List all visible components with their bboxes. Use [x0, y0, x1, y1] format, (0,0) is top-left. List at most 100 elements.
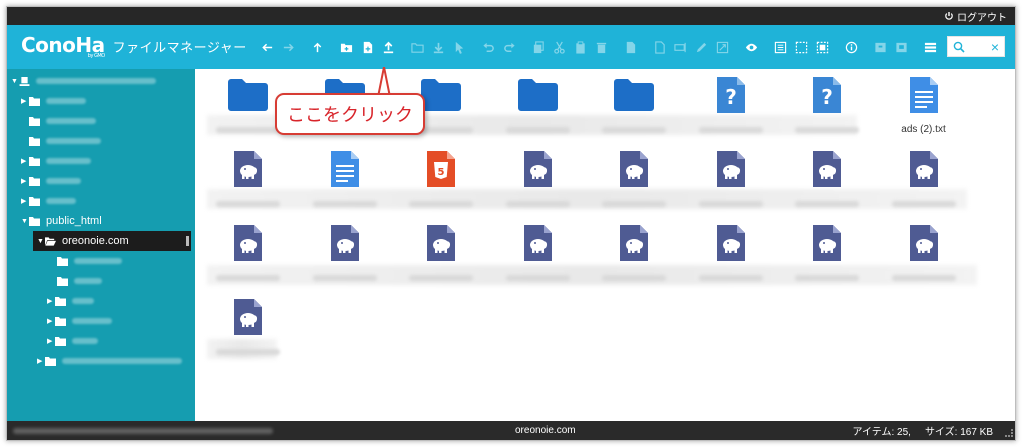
file-item[interactable]	[589, 225, 679, 281]
copy-file-icon[interactable]	[650, 36, 669, 58]
file-item[interactable]	[300, 151, 390, 207]
tree-item[interactable]: ▶	[47, 291, 94, 311]
folder-item[interactable]	[493, 77, 583, 133]
view-list-icon[interactable]	[921, 36, 940, 58]
app-header: ConoHa by GMO ファイルマネージャー ×	[7, 25, 1015, 69]
up-icon[interactable]	[308, 36, 327, 58]
file-item[interactable]	[203, 151, 293, 207]
tree-item[interactable]: ▶	[21, 91, 86, 111]
tree-item-oreonoie[interactable]: ▼ oreonoie.com	[33, 231, 191, 251]
tree-item[interactable]	[29, 131, 101, 151]
redo-icon[interactable]	[500, 36, 519, 58]
folder-item[interactable]	[589, 77, 679, 133]
file-item[interactable]	[686, 225, 776, 281]
file-item[interactable]	[879, 151, 969, 207]
tree-item[interactable]: ▶	[47, 331, 98, 351]
file-item[interactable]	[879, 225, 969, 281]
file-item[interactable]	[300, 225, 390, 281]
file-item[interactable]: ads (2).txt	[879, 77, 969, 136]
file-item[interactable]	[782, 225, 872, 281]
file-item[interactable]: ?	[686, 77, 776, 133]
caret-right-icon[interactable]: ▶	[47, 337, 55, 345]
file-name	[505, 201, 570, 207]
file-item[interactable]	[203, 225, 293, 281]
folder-file-icon	[614, 77, 654, 113]
file-item[interactable]	[493, 151, 583, 207]
copy-icon[interactable]	[529, 36, 548, 58]
download-icon[interactable]	[429, 36, 448, 58]
tree-item[interactable]: ▶	[21, 191, 76, 211]
cut-icon[interactable]	[550, 36, 569, 58]
tree-item[interactable]	[57, 251, 122, 271]
folder-icon	[29, 96, 40, 106]
caret-right-icon[interactable]: ▶	[37, 357, 45, 365]
file-item[interactable]: ?	[782, 77, 872, 133]
tree-item[interactable]: ▶	[47, 311, 112, 331]
back-icon[interactable]	[258, 36, 277, 58]
caret-down-icon[interactable]: ▼	[37, 238, 45, 245]
search-icon	[953, 41, 965, 53]
tree-root[interactable]: ▼	[11, 71, 156, 91]
select-icon[interactable]	[450, 36, 469, 58]
folder-file-icon	[517, 77, 558, 113]
tree-item[interactable]: ▶	[21, 171, 81, 191]
file-item[interactable]	[493, 225, 583, 281]
delete-icon[interactable]	[592, 36, 611, 58]
caret-right-icon[interactable]: ▶	[47, 297, 55, 305]
tree-item[interactable]: ▶	[21, 151, 91, 171]
toolbar: AZ	[257, 25, 999, 69]
caret-down-icon[interactable]: ▼	[21, 218, 29, 225]
extract-icon[interactable]	[892, 36, 911, 58]
caret-right-icon[interactable]: ▶	[47, 317, 55, 325]
forward-icon[interactable]	[279, 36, 298, 58]
logout-button[interactable]: ログアウト	[944, 9, 1007, 24]
tree-item[interactable]	[29, 111, 96, 131]
file-name	[216, 127, 280, 133]
folder-icon	[29, 156, 40, 166]
upload-icon[interactable]	[379, 36, 398, 58]
tree-item[interactable]: ▶	[37, 351, 182, 371]
php-file-icon	[614, 225, 654, 261]
preview-icon[interactable]	[742, 36, 761, 58]
caret-down-icon[interactable]: ▼	[11, 78, 19, 85]
svg-text:?: ?	[821, 85, 833, 109]
caret-right-icon[interactable]: ▶	[21, 197, 29, 205]
select-none-icon[interactable]	[792, 36, 811, 58]
edit-icon[interactable]	[692, 36, 711, 58]
invert-select-icon[interactable]	[813, 36, 832, 58]
resize-grip-icon[interactable]	[1005, 429, 1013, 437]
file-item[interactable]	[396, 225, 486, 281]
php-file-icon	[325, 225, 365, 261]
file-item[interactable]	[589, 151, 679, 207]
file-name	[216, 275, 280, 281]
file-name	[602, 201, 666, 207]
tree-item-public-html[interactable]: ▼ public_html	[21, 211, 102, 231]
scrollbar-thumb[interactable]	[186, 236, 189, 246]
info-icon[interactable]	[842, 36, 861, 58]
caret-right-icon[interactable]: ▶	[21, 177, 29, 185]
open-folder-icon[interactable]	[408, 36, 427, 58]
svg-text:5: 5	[438, 167, 445, 178]
undo-icon[interactable]	[479, 36, 498, 58]
resize-icon[interactable]	[713, 36, 732, 58]
file-item[interactable]	[686, 151, 776, 207]
new-file-icon[interactable]	[358, 36, 377, 58]
caret-right-icon[interactable]: ▶	[21, 97, 29, 105]
power-icon	[945, 12, 953, 20]
duplicate-icon[interactable]	[621, 36, 640, 58]
conoha-logo[interactable]: ConoHa by GMO	[21, 35, 105, 59]
status-summary: アイテム: 25, サイズ: 167 KB	[852, 423, 993, 438]
select-all-icon[interactable]	[771, 36, 790, 58]
file-item[interactable]	[782, 151, 872, 207]
search-clear-icon[interactable]: ×	[991, 40, 999, 54]
tree-item[interactable]	[57, 271, 102, 291]
caret-right-icon[interactable]: ▶	[21, 157, 29, 165]
search-box[interactable]: ×	[947, 36, 1005, 57]
new-folder-icon[interactable]	[337, 36, 356, 58]
file-item[interactable]: 5	[396, 151, 486, 207]
file-item[interactable]	[203, 299, 293, 355]
paste-icon[interactable]	[571, 36, 590, 58]
folder-icon	[29, 196, 40, 206]
rename-icon[interactable]	[671, 36, 690, 58]
archive-icon[interactable]	[871, 36, 890, 58]
